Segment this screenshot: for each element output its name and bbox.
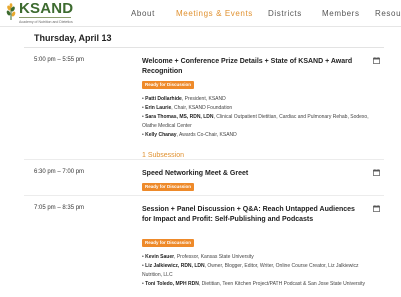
status-badge: Ready for Discussion — [142, 239, 195, 247]
session-title[interactable]: Session + Panel Discussion + Q&A: Reach … — [142, 205, 364, 225]
speaker-name[interactable]: Kevin Sauer — [145, 254, 174, 260]
speaker-role: , Chair, KSAND Foundation — [171, 105, 233, 111]
session-time: 6:30 pm – 7:00 pm — [34, 169, 85, 175]
speaker-item: • Patti Dollarhide, President, KSAND — [142, 96, 226, 102]
speaker-role: , President, KSAND — [181, 96, 226, 102]
site-header: KSAND Academy of Nutrition and Dietetics… — [0, 0, 401, 27]
calendar-add-icon[interactable] — [373, 57, 380, 64]
session-title[interactable]: Speed Networking Meet & Greet — [142, 169, 364, 179]
speaker-role: , Professor, Kansas State University — [174, 254, 254, 260]
speaker-name[interactable]: Erin Laurie — [145, 105, 171, 111]
nav-resources[interactable]: Resou — [375, 8, 401, 20]
speaker-name[interactable]: Toni Toledo, MPH RDN — [145, 281, 199, 287]
speaker-item: • Kevin Sauer, Professor, Kansas State U… — [142, 254, 254, 260]
divider — [24, 47, 384, 48]
logo-tagline: Academy of Nutrition and Dietetics — [19, 20, 73, 24]
subsession-link[interactable]: 1 Subsession — [142, 152, 184, 159]
divider — [24, 195, 384, 196]
speaker-list: • Patti Dollarhide, President, KSAND • E… — [142, 95, 378, 140]
speaker-item: • Sara Thomas, MS, RDN, LDN, Clinical Ou… — [142, 114, 369, 129]
calendar-add-icon[interactable] — [373, 205, 380, 212]
status-badge: Ready for Discussion — [142, 81, 195, 89]
speaker-name[interactable]: Sara Thomas, MS, RDN, LDN — [145, 114, 213, 120]
speaker-list: • Kevin Sauer, Professor, Kansas State U… — [142, 253, 378, 289]
divider — [24, 159, 384, 160]
session-time: 5:00 pm – 5:55 pm — [34, 57, 85, 63]
main-nav: About Meetings & Events Districts Member… — [0, 8, 401, 20]
speaker-item: • Liz Jalkiewicz, RDN, LDN, Owner, Blogg… — [142, 263, 359, 278]
session-title[interactable]: Welcome + Conference Prize Details + Sta… — [142, 57, 364, 77]
speaker-item: • Toni Toledo, MPH RDN, Dietitian, Teen … — [142, 281, 366, 287]
nav-about[interactable]: About — [131, 8, 155, 20]
speaker-item: • Erin Laurie, Chair, KSAND Foundation — [142, 105, 233, 111]
nav-districts[interactable]: Districts — [268, 8, 302, 20]
speaker-name[interactable]: Kelly Chanay — [145, 132, 176, 138]
speaker-name[interactable]: Patti Dollarhide — [145, 96, 182, 102]
speaker-role: , Awards Co-Chair, KSAND — [176, 132, 237, 138]
nav-meetings-events[interactable]: Meetings & Events — [176, 8, 253, 20]
speaker-name[interactable]: Liz Jalkiewicz, RDN, LDN — [145, 263, 204, 269]
status-badge: Ready for Discussion — [142, 183, 195, 191]
speaker-item: • Kelly Chanay, Awards Co-Chair, KSAND — [142, 132, 237, 138]
calendar-add-icon[interactable] — [373, 169, 380, 176]
nav-members[interactable]: Members — [322, 8, 360, 20]
speaker-role: , Dietitian, Teen Kitchen Project/PATH P… — [198, 281, 366, 287]
session-time: 7:05 pm – 8:35 pm — [34, 205, 85, 211]
day-heading: Thursday, April 13 — [34, 33, 112, 43]
